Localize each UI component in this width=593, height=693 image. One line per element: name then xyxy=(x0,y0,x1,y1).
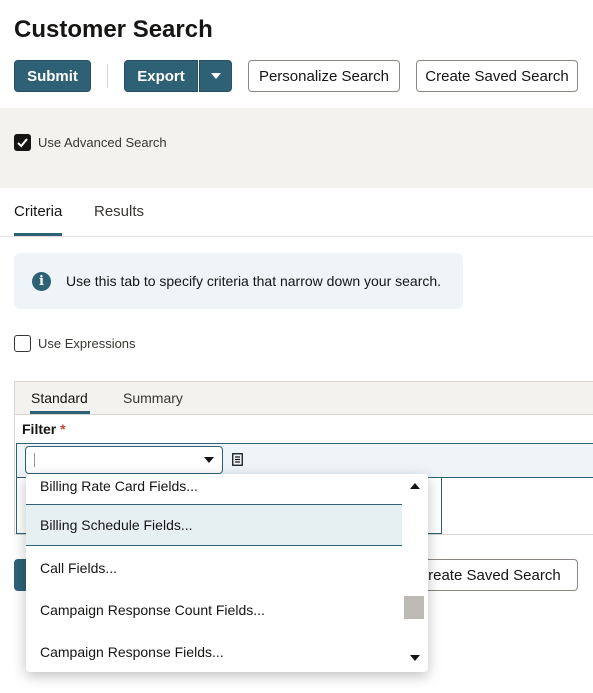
use-expressions-checkbox[interactable] xyxy=(14,335,31,352)
chevron-down-icon[interactable] xyxy=(204,457,214,463)
tab-results[interactable]: Results xyxy=(94,203,144,220)
personalize-search-button[interactable]: Personalize Search xyxy=(248,60,400,92)
export-button[interactable]: Export xyxy=(124,60,198,92)
filter-label-text: Filter xyxy=(22,421,57,437)
dropdown-scrollbar[interactable] xyxy=(402,474,428,672)
advanced-search-checkbox[interactable] xyxy=(14,134,31,151)
advanced-search-label: Use Advanced Search xyxy=(38,135,167,150)
notes-icon[interactable] xyxy=(232,453,243,466)
info-icon: i xyxy=(32,272,51,291)
required-marker: * xyxy=(60,421,66,437)
export-split-button: Export xyxy=(124,60,232,92)
subtab-bar: Standard Summary xyxy=(15,382,593,415)
text-cursor xyxy=(34,453,35,467)
scroll-down-icon[interactable] xyxy=(410,655,420,661)
page-title: Customer Search xyxy=(14,16,213,43)
export-menu-button[interactable] xyxy=(199,60,232,92)
list-item[interactable]: Call Fields... xyxy=(26,547,402,589)
filter-select[interactable] xyxy=(25,446,223,474)
tab-criteria[interactable]: Criteria xyxy=(14,203,62,220)
info-text: Use this tab to specify criteria that na… xyxy=(66,273,442,289)
chevron-down-icon xyxy=(210,73,221,79)
create-saved-search-button[interactable]: Create Saved Search xyxy=(416,60,578,92)
list-item-highlighted[interactable]: Billing Schedule Fields... xyxy=(26,504,402,546)
filter-dropdown-list: Billing Rate Card Fields... Billing Sche… xyxy=(26,474,428,672)
subtab-summary[interactable]: Summary xyxy=(123,390,183,406)
use-expressions-label: Use Expressions xyxy=(38,336,136,351)
list-item[interactable]: Campaign Response Count Fields... xyxy=(26,589,402,631)
toolbar-divider xyxy=(107,64,108,88)
filter-label: Filter * xyxy=(22,421,66,437)
subtab-standard[interactable]: Standard xyxy=(31,390,88,406)
list-item[interactable]: Campaign Response Fields... xyxy=(26,631,402,672)
active-subtab-indicator xyxy=(30,411,90,414)
list-item[interactable]: Billing Rate Card Fields... xyxy=(26,474,402,507)
scroll-up-icon[interactable] xyxy=(410,483,420,489)
submit-button[interactable]: Submit xyxy=(14,60,91,92)
scrollbar-thumb[interactable] xyxy=(404,596,424,619)
tabs-divider xyxy=(0,236,593,237)
info-message: i Use this tab to specify criteria that … xyxy=(14,253,463,309)
checkmark-icon xyxy=(17,138,28,148)
